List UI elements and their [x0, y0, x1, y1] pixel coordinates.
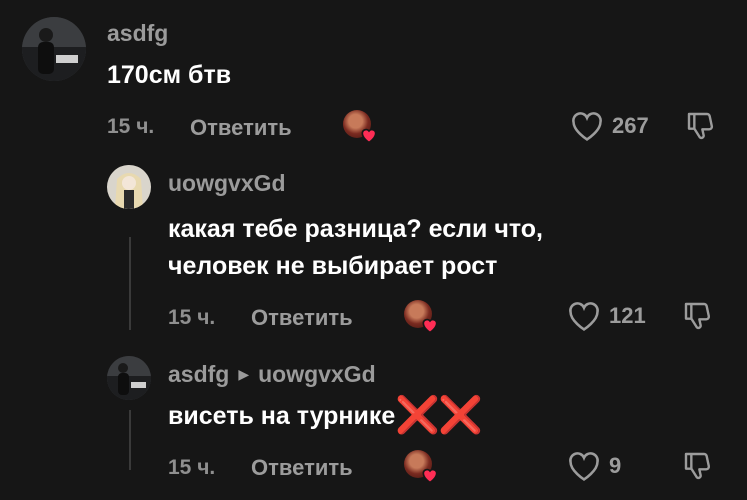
- comment-timestamp: 15 ч.: [168, 306, 216, 329]
- like-count: 267: [612, 113, 649, 138]
- reply-button[interactable]: Ответить: [251, 455, 353, 481]
- comment-text-line-1: какая тебе разница? если что,: [168, 215, 543, 243]
- comment-text-line: висеть на турнике❌❌: [168, 394, 483, 435]
- heart-outline-icon: [572, 112, 602, 141]
- comment-text: 170см бтв: [107, 61, 232, 89]
- creator-liked-heart-icon: [404, 450, 438, 484]
- thumbs-down-icon: [687, 112, 714, 140]
- cross-mark-emoji: ❌❌: [395, 394, 483, 435]
- like-button[interactable]: 121: [567, 300, 646, 332]
- like-count: 121: [609, 303, 646, 328]
- avatar-image: [107, 356, 151, 400]
- comment-username-line: asdfg ▶ uowgvxGd: [168, 361, 376, 388]
- dislike-button[interactable]: [682, 450, 714, 487]
- thread-line: [129, 410, 131, 470]
- comment-username[interactable]: asdfg: [107, 20, 168, 47]
- avatar-image: [22, 17, 86, 81]
- comment-text: висеть на турнике: [168, 402, 396, 430]
- comment-timestamp: 15 ч.: [168, 456, 216, 479]
- reply-button[interactable]: Ответить: [251, 305, 353, 331]
- heart-outline-icon: [569, 302, 599, 331]
- comment-username[interactable]: asdfg: [168, 361, 229, 387]
- like-button[interactable]: 267: [570, 110, 649, 142]
- comment-timestamp: 15 ч.: [107, 115, 155, 138]
- comment-username[interactable]: uowgvxGd: [168, 170, 286, 197]
- avatar-asdfg[interactable]: [107, 356, 151, 400]
- comment-text-line-2: человек не выбирает рост: [168, 252, 498, 280]
- thread-line: [129, 237, 131, 330]
- thumbs-down-icon: [684, 452, 711, 480]
- creator-liked-heart-icon: [343, 110, 377, 144]
- like-button[interactable]: 9: [567, 450, 621, 482]
- reply-to-username[interactable]: uowgvxGd: [258, 361, 376, 387]
- dislike-button[interactable]: [682, 300, 714, 337]
- triangle-right-icon: ▶: [238, 366, 250, 382]
- heart-outline-icon: [569, 452, 599, 481]
- creator-liked-heart-icon: [404, 300, 438, 334]
- like-count: 9: [609, 453, 622, 478]
- dislike-button[interactable]: [685, 110, 717, 147]
- reply-button[interactable]: Ответить: [190, 115, 292, 141]
- avatar-image: [107, 165, 151, 209]
- avatar-uowgvxGd[interactable]: [107, 165, 151, 209]
- thumbs-down-icon: [684, 302, 711, 330]
- avatar-asdfg[interactable]: [22, 17, 86, 81]
